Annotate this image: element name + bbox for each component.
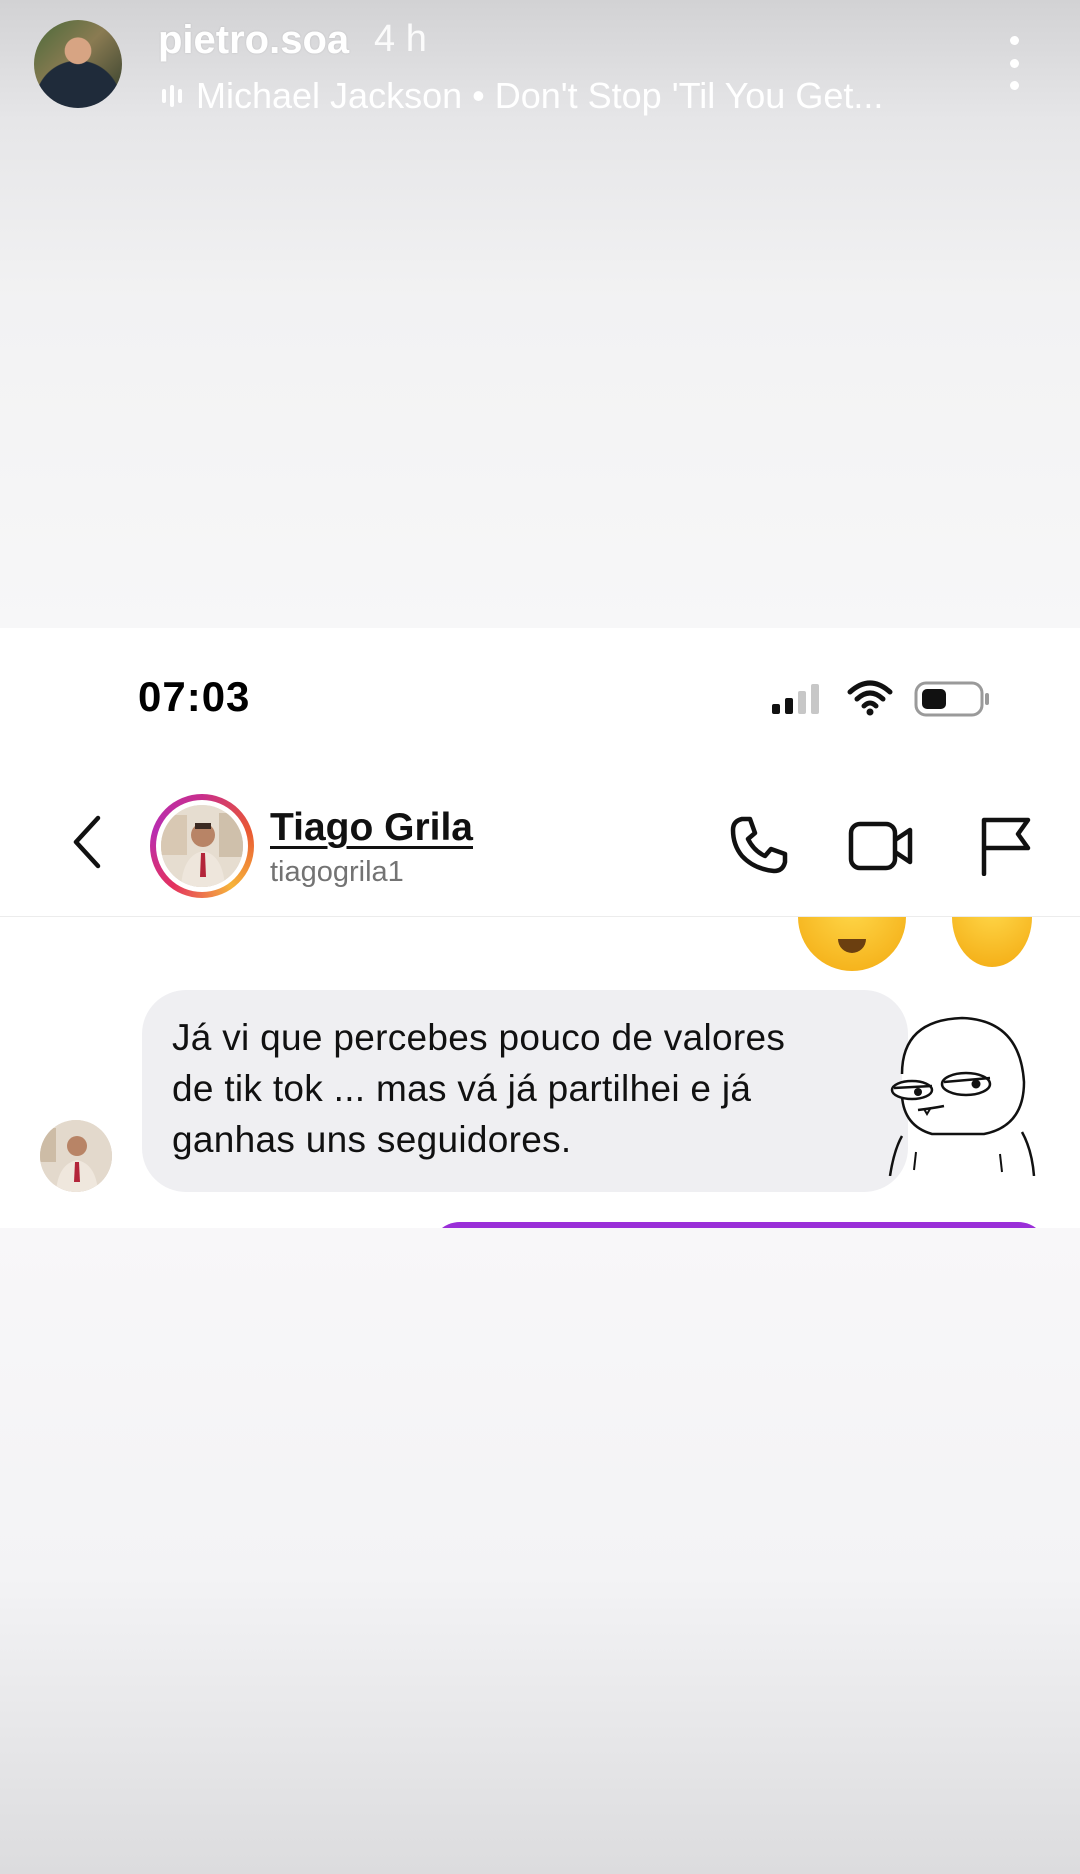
contact-avatar[interactable] [150, 794, 254, 898]
flag-icon[interactable] [978, 814, 1034, 876]
contact-name[interactable]: Tiago Grila [270, 806, 473, 850]
phone-icon[interactable] [728, 814, 790, 876]
back-chevron-icon[interactable] [70, 814, 104, 870]
story-background-bottom [0, 1228, 1080, 1874]
contact-handle: tiagogrila1 [270, 856, 404, 888]
contact-photo [161, 805, 243, 887]
message-line: de tik tok ... mas vá já partilhei e já [172, 1068, 752, 1109]
signal-icon [772, 684, 819, 714]
smirk-sticker-icon[interactable] [872, 1004, 1044, 1176]
wifi-icon [847, 680, 893, 716]
story-music-label: Michael Jackson • Don't Stop 'Til You Ge… [196, 75, 884, 116]
sender-avatar[interactable] [40, 1120, 112, 1192]
previous-message-emojis [0, 917, 1080, 977]
emoji-icon [952, 917, 1032, 967]
story-music-row[interactable]: Michael Jackson • Don't Stop 'Til You Ge… [162, 74, 883, 118]
message-line: Já vi que percebes pouco de valores [172, 1017, 786, 1058]
story-author-avatar[interactable] [34, 20, 122, 108]
message-line: ganhas uns seguidores. [172, 1119, 572, 1160]
battery-icon [914, 681, 989, 717]
story-time-ago: 4 h [374, 18, 427, 60]
dm-screenshot: 07:03 Tiago Grila tiagogrila1 Já vi que … [0, 628, 1080, 1228]
video-camera-icon[interactable] [848, 818, 914, 874]
outgoing-message-bubble[interactable] [430, 1222, 1048, 1228]
incoming-message-text[interactable]: Já vi que percebes pouco de valores de t… [172, 1012, 892, 1165]
emoji-icon [798, 917, 906, 971]
music-bars-icon [162, 85, 182, 107]
status-bar-time: 07:03 [138, 673, 251, 720]
more-options-icon[interactable] [1004, 36, 1024, 90]
story-username[interactable]: pietro.soa [158, 18, 349, 63]
